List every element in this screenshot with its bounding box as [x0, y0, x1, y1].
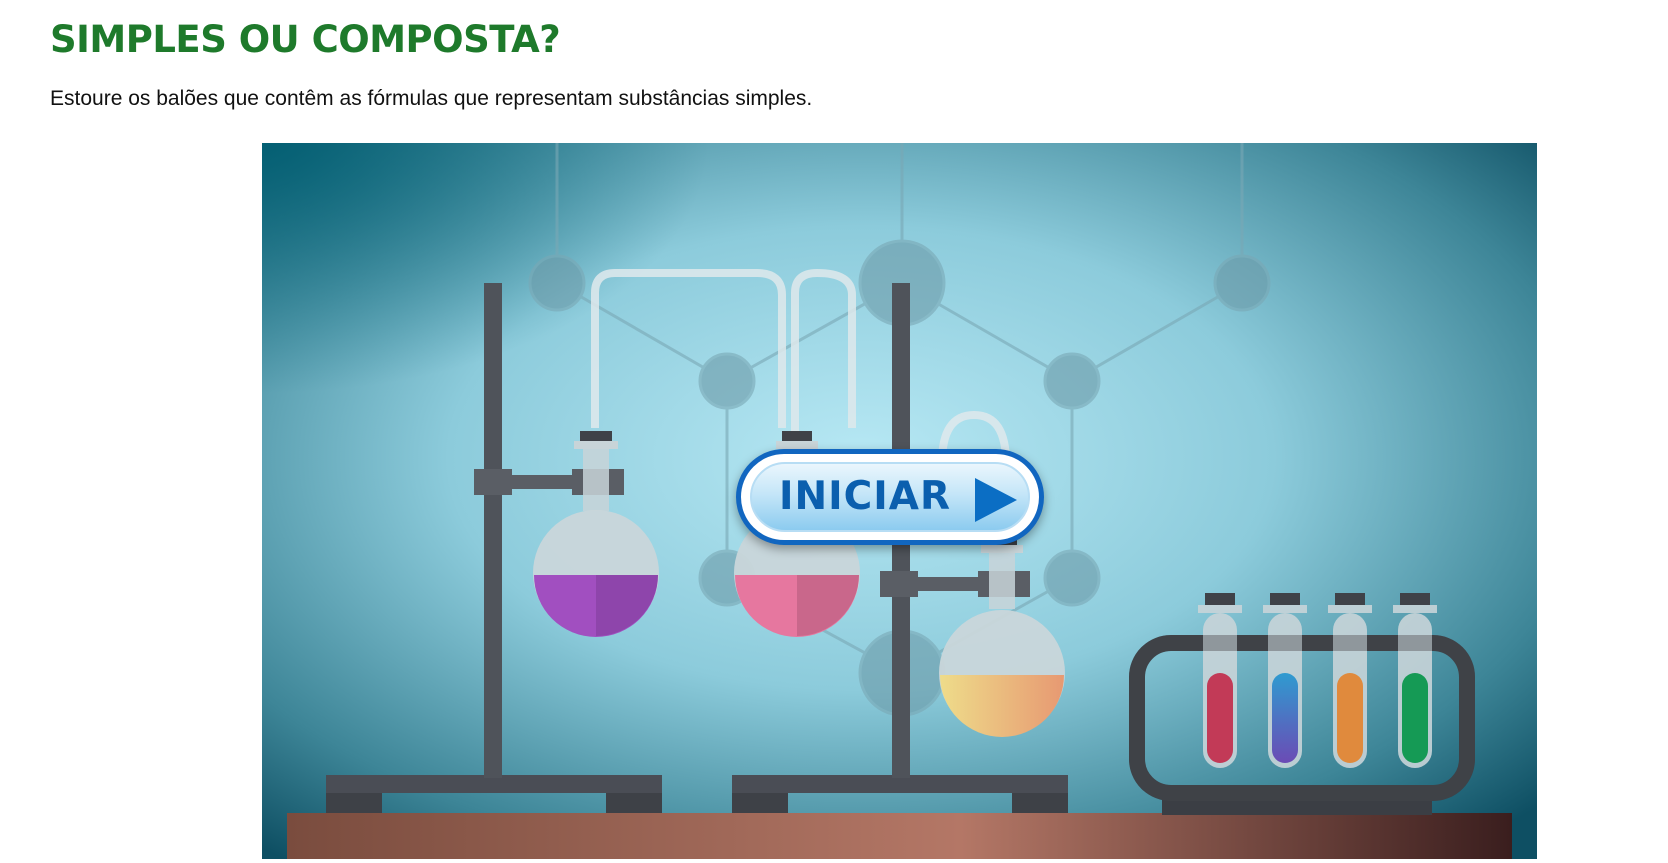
- page-title: SIMPLES OU COMPOSTA?: [50, 18, 561, 61]
- play-triangle-icon: [975, 478, 1017, 522]
- instructions-text: Estoure os balões que contêm as fórmulas…: [50, 87, 813, 110]
- game-stage[interactable]: INICIAR: [262, 143, 1537, 859]
- lab-table: [287, 813, 1512, 859]
- start-button-label: INICIAR: [779, 474, 952, 519]
- start-button[interactable]: INICIAR: [736, 449, 1044, 545]
